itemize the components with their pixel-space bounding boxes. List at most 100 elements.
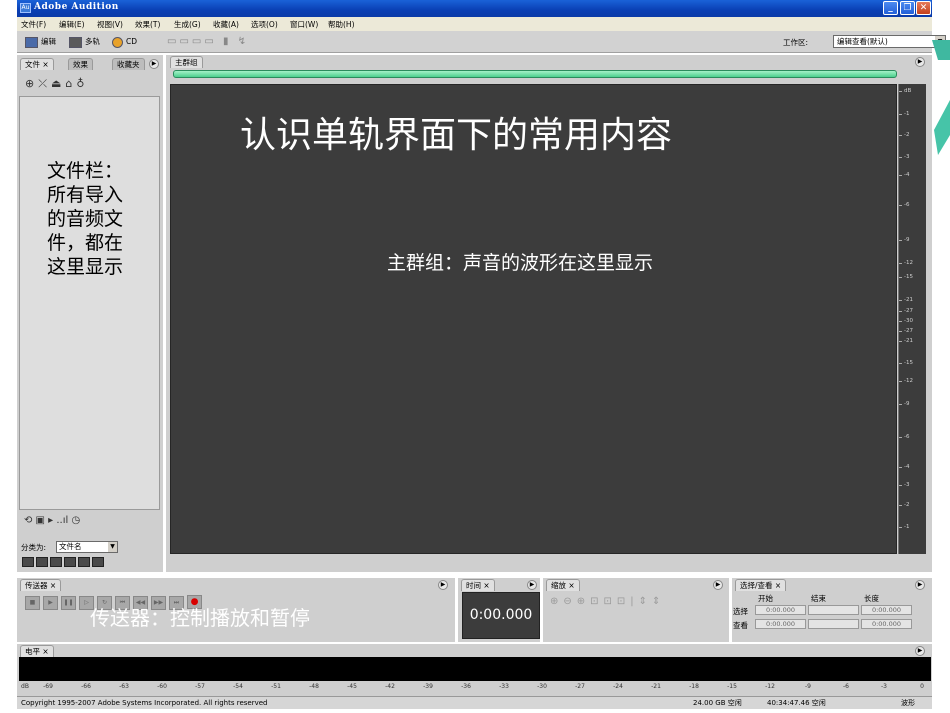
menu-view[interactable]: 视图(V): [97, 19, 123, 30]
selection-length-field[interactable]: 0:00.000: [861, 605, 912, 615]
ruler-tick: [899, 505, 902, 506]
panel-menu-icon[interactable]: ▶: [438, 580, 448, 590]
menu-generate[interactable]: 生成(G): [174, 19, 201, 30]
file-toolbar-icons[interactable]: ⊕⤫⏏⌂♁: [25, 77, 88, 91]
menu-options[interactable]: 选项(O): [251, 19, 278, 30]
file-view-icons[interactable]: [22, 557, 106, 569]
ruler-label: -6: [904, 202, 910, 208]
tab-zoom[interactable]: 缩放 ×: [546, 579, 580, 591]
ruler-label: -2: [904, 502, 910, 508]
workspace-value: 编辑查看(默认): [837, 37, 888, 46]
time-value: 0:00.000: [469, 607, 533, 623]
sort-select[interactable]: 文件名 ▼: [56, 541, 118, 553]
ruler-label: dB: [904, 88, 912, 94]
tab-transport[interactable]: 传送器 ×: [20, 579, 62, 591]
ruler-label: -4: [904, 464, 910, 470]
ruler-tick: [899, 135, 902, 136]
panel-menu-icon[interactable]: ▶: [915, 646, 925, 656]
view-icon[interactable]: [64, 557, 76, 567]
ruler-tick: [899, 300, 902, 301]
view-end-field[interactable]: [808, 619, 859, 629]
file-preview-controls[interactable]: ⟲ ▣ ▸ ..ıl ◷: [24, 515, 80, 526]
decorative-shape: [932, 40, 950, 155]
level-meter: [19, 657, 931, 681]
tab-files[interactable]: 文件 ×: [20, 58, 54, 70]
tab-selection-view[interactable]: 选择/查看 ×: [735, 579, 787, 591]
meter-scale-label: -51: [271, 683, 281, 690]
tab-time[interactable]: 时间 ×: [461, 579, 495, 591]
menu-edit[interactable]: 编辑(E): [59, 19, 85, 30]
window-title: Adobe Audition: [34, 2, 119, 12]
menu-effects[interactable]: 效果(T): [135, 19, 160, 30]
ruler-label: -21: [904, 297, 913, 303]
view-icon[interactable]: [78, 557, 90, 567]
edit-view-label: 编辑: [41, 37, 56, 46]
menu-favorites[interactable]: 收藏(A): [213, 19, 239, 30]
pause-button[interactable]: ❚❚: [61, 596, 76, 610]
multitrack-label: 多轨: [85, 37, 100, 46]
panel-menu-icon[interactable]: ▶: [527, 580, 537, 590]
ruler-label: -15: [904, 274, 913, 280]
layout-buttons[interactable]: ▭▭▭▭ ▮ ↯: [167, 35, 249, 48]
play-button[interactable]: ▶: [43, 596, 58, 610]
minimize-button[interactable]: _: [883, 1, 898, 15]
meter-scale-label: -45: [347, 683, 357, 690]
panel-menu-icon[interactable]: ▶: [915, 57, 925, 67]
selection-header-end: 结束: [811, 594, 826, 603]
ruler-tick: [899, 240, 902, 241]
ruler-label: -2: [904, 132, 910, 138]
tab-favorites[interactable]: 收藏夹: [112, 58, 145, 70]
ruler-label: -15: [904, 360, 913, 366]
cd-view-button[interactable]: CD: [112, 35, 137, 48]
panel-menu-icon[interactable]: ▶: [915, 580, 925, 590]
tab-main-group[interactable]: 主群组: [170, 56, 203, 68]
panel-menu-icon[interactable]: ▶: [149, 59, 159, 69]
multitrack-view-button[interactable]: 多轨: [69, 35, 100, 48]
time-free-text: 40:34:47.46 空闲: [767, 699, 826, 707]
view-icon[interactable]: [92, 557, 104, 567]
panel-menu-icon[interactable]: ▶: [713, 580, 723, 590]
zoom-buttons[interactable]: ⊕⊖⊕⊡⊡⊡|⇕⇕: [550, 596, 665, 607]
chevron-down-icon: ▼: [108, 542, 117, 552]
tab-effects[interactable]: 效果: [68, 58, 93, 70]
meter-scale-label: 0: [920, 683, 924, 690]
close-button[interactable]: ✕: [916, 1, 931, 15]
view-length-field[interactable]: 0:00.000: [861, 619, 912, 629]
selection-end-field[interactable]: [808, 605, 859, 615]
copyright-text: Copyright 1995-2007 Adobe Systems Incorp…: [21, 699, 268, 707]
ruler-tick: [899, 157, 902, 158]
edit-view-button[interactable]: 编辑: [25, 35, 56, 48]
tab-level[interactable]: 电平 ×: [20, 645, 54, 657]
restore-button[interactable]: ❐: [900, 1, 915, 15]
selection-start-field[interactable]: 0:00.000: [755, 605, 806, 615]
view-icon[interactable]: [36, 557, 48, 567]
ruler-tick: [899, 263, 902, 264]
meter-scale-label: -60: [157, 683, 167, 690]
editor-scrollbar[interactable]: [170, 554, 926, 570]
multitrack-icon: [69, 36, 82, 48]
menu-bar: 文件(F) 编辑(E) 视图(V) 效果(T) 生成(G) 收藏(A) 选项(O…: [17, 17, 932, 31]
menu-window[interactable]: 窗口(W): [290, 19, 318, 30]
ruler-label: -1: [904, 524, 910, 530]
stop-button[interactable]: ■: [25, 596, 40, 610]
meter-scale-label: -39: [423, 683, 433, 690]
audition-app-icon: Au: [20, 3, 31, 13]
meter-scale-label: -33: [499, 683, 509, 690]
view-mode-text: 波形: [901, 699, 915, 707]
ruler-tick: [899, 437, 902, 438]
disk-space-text: 24.00 GB 空闲: [693, 699, 742, 707]
menu-file[interactable]: 文件(F): [21, 19, 46, 30]
ruler-tick: [899, 341, 902, 342]
ruler-label: -9: [904, 237, 910, 243]
meter-scale-label: -21: [651, 683, 661, 690]
overview-bar[interactable]: [173, 70, 897, 78]
view-icon[interactable]: [50, 557, 62, 567]
status-bar: Copyright 1995-2007 Adobe Systems Incorp…: [17, 696, 932, 709]
meter-scale-label: -42: [385, 683, 395, 690]
view-icon[interactable]: [22, 557, 34, 567]
ruler-label: -3: [904, 482, 910, 488]
view-row-label: 查看: [733, 621, 748, 630]
view-start-field[interactable]: 0:00.000: [755, 619, 806, 629]
menu-help[interactable]: 帮助(H): [328, 19, 355, 30]
meter-scale-label: -66: [81, 683, 91, 690]
